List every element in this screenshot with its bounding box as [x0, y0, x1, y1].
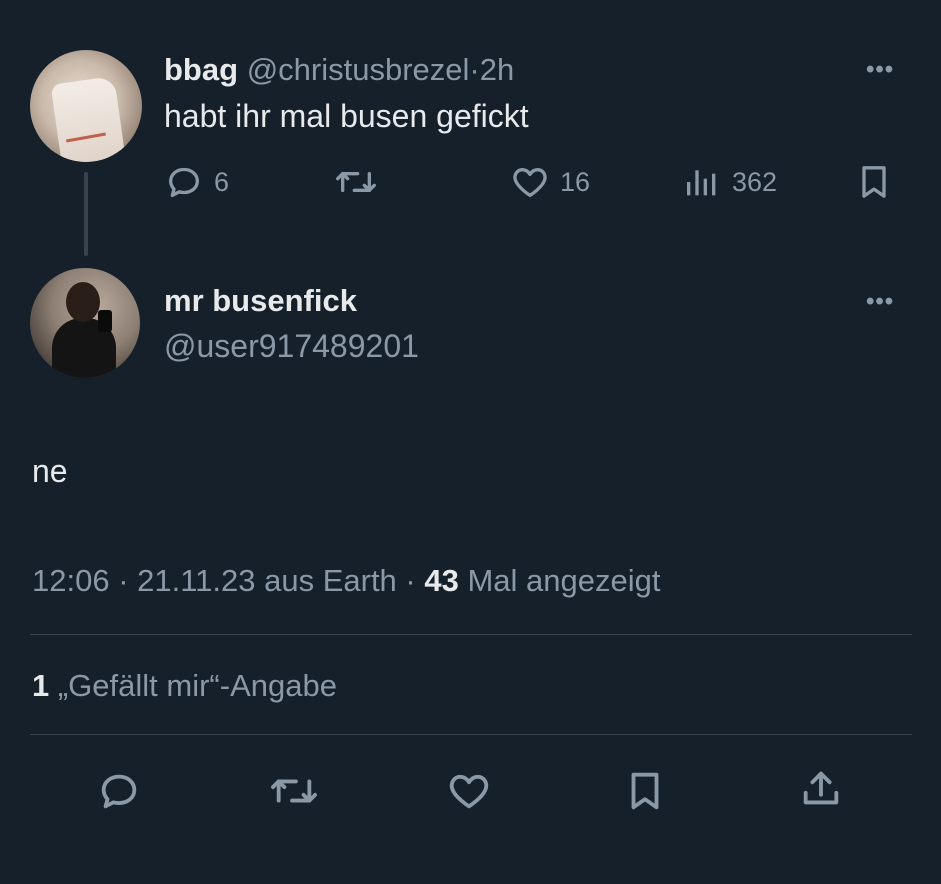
- avatar-bbag[interactable]: [30, 50, 142, 162]
- tweet1-like-button[interactable]: 16: [510, 160, 590, 204]
- retweet-icon: [335, 172, 376, 192]
- reply-icon: [101, 774, 137, 809]
- tweet1-header: bbag @christusbrezel·2h: [164, 52, 514, 88]
- tweet2-more-options-icon[interactable]: •••: [866, 288, 894, 316]
- tweet2-share-button[interactable]: [798, 766, 844, 812]
- tweet2-like-button[interactable]: [446, 768, 492, 814]
- tweet1-reply-count: 6: [214, 166, 230, 197]
- tweet1-bookmark-button[interactable]: [854, 160, 894, 204]
- tweet2-handle[interactable]: @user917489201: [164, 328, 419, 365]
- tweet1-reply-button[interactable]: 6: [164, 160, 229, 204]
- avatar-mr-busenfick[interactable]: [30, 268, 140, 378]
- tweet1-time[interactable]: 2h: [480, 52, 514, 87]
- share-icon: [803, 771, 839, 805]
- avatar-image-bag: [50, 75, 126, 162]
- tweet1-more-options-icon[interactable]: •••: [866, 56, 894, 84]
- tweet2-views-count: 43: [424, 563, 459, 598]
- thread-connector-line: [84, 172, 88, 256]
- tweet2-text: ne: [32, 453, 68, 489]
- views-icon: [687, 170, 716, 196]
- tweet2-timestamp-line: 12:06 · 21.11.23 aus Earth · 43 Mal ange…: [32, 563, 660, 599]
- tweet2-views-label: Mal angezeigt: [458, 563, 661, 598]
- tweet1-retweet-button[interactable]: [334, 160, 378, 204]
- avatar-image-phone: [98, 310, 112, 332]
- tweet2-likes-label: „Gefällt mir“-Angabe: [49, 668, 337, 703]
- tweet1-handle[interactable]: @christusbrezel: [247, 52, 470, 87]
- tweet2-timestamp[interactable]: 12:06 · 21.11.23 aus Earth ·: [32, 563, 424, 598]
- tweet2-bookmark-button[interactable]: [622, 768, 668, 814]
- tweet2-likes-summary[interactable]: 1 „Gefällt mir“-Angabe: [32, 668, 337, 704]
- heart-icon: [449, 774, 489, 809]
- avatar-image-head: [66, 282, 100, 322]
- tweet2-reply-button[interactable]: [96, 768, 142, 814]
- bookmark-icon: [631, 772, 659, 810]
- tweet1-text: habt ihr mal busen gefickt: [164, 98, 529, 134]
- tweet1-separator: ·: [469, 52, 480, 87]
- divider-top: [30, 634, 912, 635]
- reply-icon: [169, 167, 199, 197]
- tweet1-views-count: 362: [732, 166, 778, 197]
- tweet1-views-button[interactable]: 362: [682, 160, 777, 204]
- heart-icon: [513, 168, 547, 197]
- tweet2-display-name[interactable]: mr busenfick: [164, 283, 357, 319]
- tweet2-retweet-button[interactable]: [268, 768, 320, 814]
- tweet1-like-count: 16: [560, 166, 591, 197]
- divider-bottom: [30, 734, 912, 735]
- tweet2-likes-count: 1: [32, 668, 50, 703]
- tweet1-display-name[interactable]: bbag: [164, 52, 238, 87]
- retweet-icon: [270, 779, 317, 803]
- bookmark-icon: [862, 166, 886, 198]
